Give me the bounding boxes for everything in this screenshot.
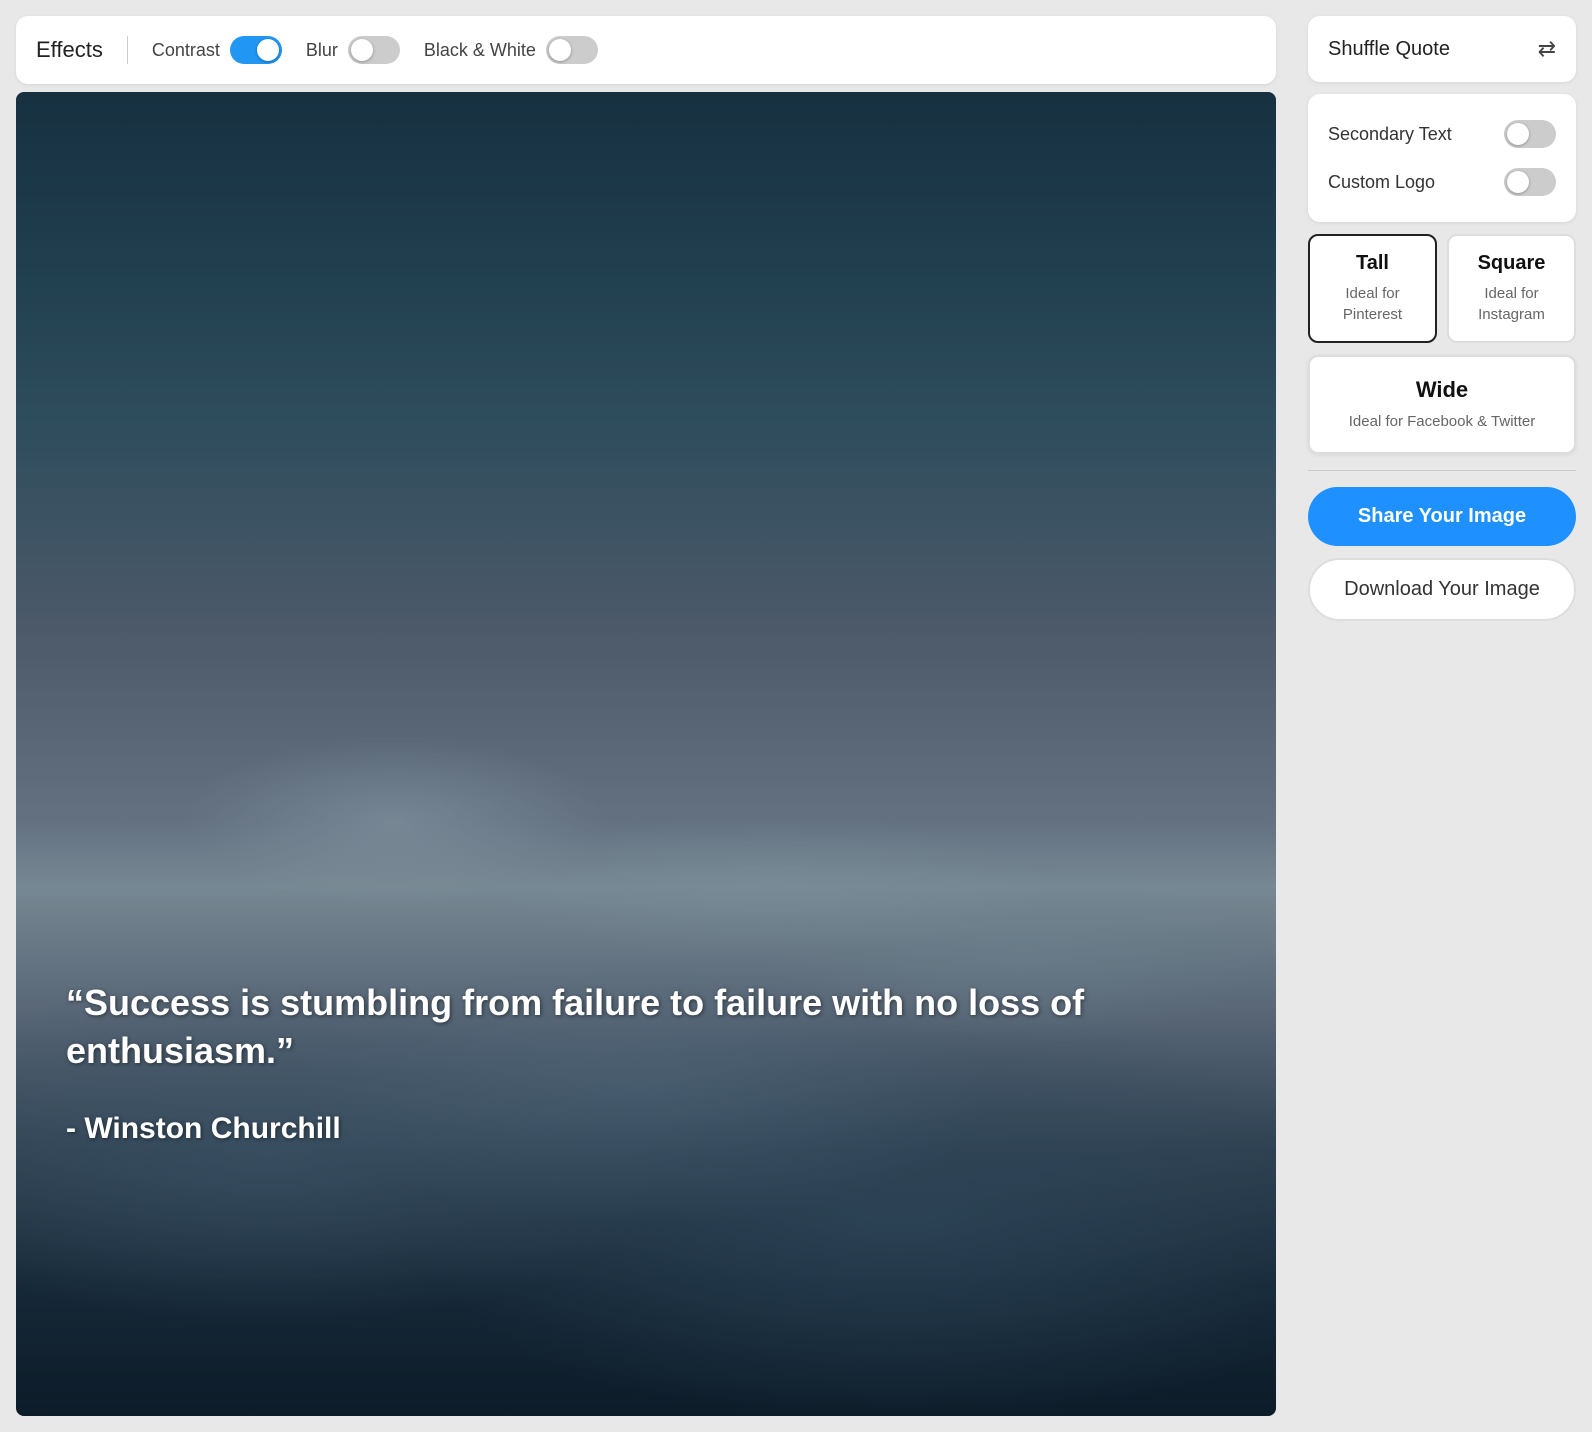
custom-logo-row: Custom Logo xyxy=(1328,162,1556,202)
download-button[interactable]: Download Your Image xyxy=(1308,558,1576,621)
format-square-title: Square xyxy=(1459,252,1564,275)
bw-toggle[interactable] xyxy=(546,36,598,64)
effects-bar: Effects Contrast Blur Black & White xyxy=(16,16,1276,84)
contrast-track xyxy=(230,36,282,64)
secondary-text-track xyxy=(1504,120,1556,148)
blur-track xyxy=(348,36,400,64)
custom-logo-toggle[interactable] xyxy=(1504,168,1556,196)
blur-label: Blur xyxy=(306,40,338,61)
secondary-text-label: Secondary Text xyxy=(1328,124,1452,145)
format-square[interactable]: Square Ideal for Instagram xyxy=(1447,234,1576,343)
right-panel: Shuffle Quote ⇄ Secondary Text Custom Lo… xyxy=(1292,0,1592,1432)
format-square-subtitle: Ideal for Instagram xyxy=(1478,285,1545,323)
secondary-text-toggle[interactable] xyxy=(1504,120,1556,148)
contrast-label: Contrast xyxy=(152,40,220,61)
contrast-group: Contrast xyxy=(152,36,282,64)
contrast-toggle[interactable] xyxy=(230,36,282,64)
effects-divider xyxy=(127,36,128,64)
custom-logo-label: Custom Logo xyxy=(1328,172,1435,193)
left-panel: Effects Contrast Blur Black & White xyxy=(0,0,1292,1432)
author-text: - Winston Churchill xyxy=(66,1112,341,1146)
custom-logo-thumb xyxy=(1507,171,1529,193)
quote-text: “Success is stumbling from failure to fa… xyxy=(66,979,1226,1076)
shuffle-label: Shuffle Quote xyxy=(1328,38,1450,61)
share-button[interactable]: Share Your Image xyxy=(1308,487,1576,546)
options-card: Secondary Text Custom Logo xyxy=(1308,94,1576,222)
bw-label: Black & White xyxy=(424,40,536,61)
format-wide-subtitle: Ideal for Facebook & Twitter xyxy=(1349,413,1535,430)
shuffle-row: Shuffle Quote ⇄ xyxy=(1328,36,1556,62)
format-tall[interactable]: Tall Ideal for Pinterest xyxy=(1308,234,1437,343)
bw-group: Black & White xyxy=(424,36,598,64)
format-tall-subtitle: Ideal for Pinterest xyxy=(1343,285,1402,323)
shuffle-icon[interactable]: ⇄ xyxy=(1538,36,1556,62)
format-wide[interactable]: Wide Ideal for Facebook & Twitter xyxy=(1308,355,1576,454)
blur-group: Blur xyxy=(306,36,400,64)
dark-overlay xyxy=(16,92,1276,1416)
format-tall-title: Tall xyxy=(1320,252,1425,275)
separator-1 xyxy=(1308,470,1576,471)
format-grid: Tall Ideal for Pinterest Square Ideal fo… xyxy=(1308,234,1576,343)
contrast-thumb xyxy=(257,39,279,61)
secondary-text-thumb xyxy=(1507,123,1529,145)
format-wide-title: Wide xyxy=(1320,377,1564,403)
secondary-text-row: Secondary Text xyxy=(1328,114,1556,154)
effects-label: Effects xyxy=(36,37,103,63)
image-canvas: “Success is stumbling from failure to fa… xyxy=(16,92,1276,1416)
shuffle-card: Shuffle Quote ⇄ xyxy=(1308,16,1576,82)
bw-track xyxy=(546,36,598,64)
bw-thumb xyxy=(549,39,571,61)
blur-thumb xyxy=(351,39,373,61)
blur-toggle[interactable] xyxy=(348,36,400,64)
custom-logo-track xyxy=(1504,168,1556,196)
